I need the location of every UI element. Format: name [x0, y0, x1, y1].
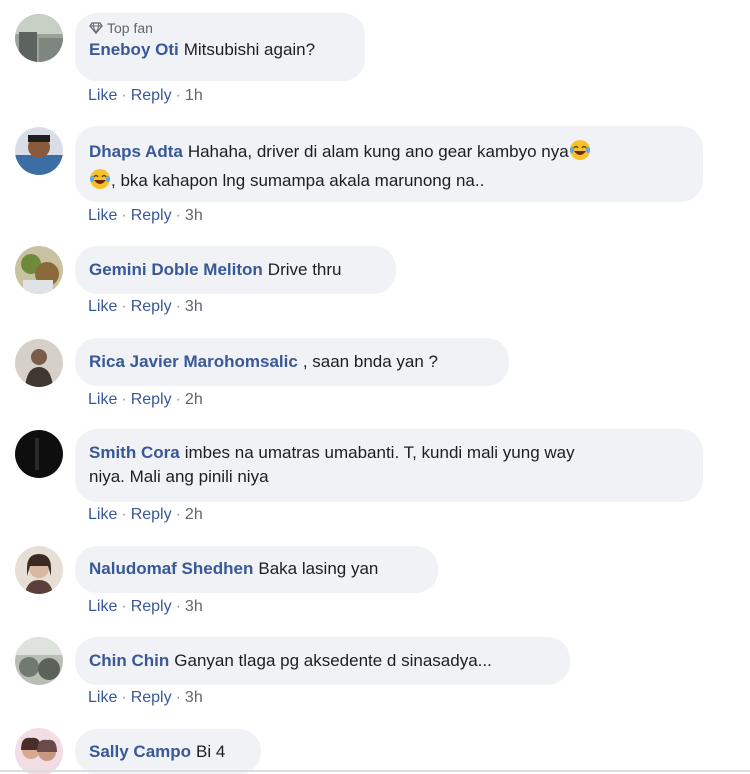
comment-actions: Like · Reply · 3h	[88, 298, 203, 316]
divider	[0, 770, 750, 772]
separator: ·	[121, 207, 127, 224]
separator: ·	[175, 506, 181, 523]
comment-actions: Like · Reply · 2h	[88, 391, 203, 409]
comment-bubble: Sally Campo Bi 4	[75, 729, 261, 774]
comment-author[interactable]: Rica Javier Marohomsalic	[89, 352, 298, 371]
avatar[interactable]	[15, 637, 63, 685]
reply-link[interactable]: Reply	[131, 298, 172, 315]
avatar[interactable]	[15, 14, 63, 62]
comment-author[interactable]: Smith Cora	[89, 443, 180, 462]
timestamp[interactable]: 2h	[185, 506, 203, 523]
comment-bubble: Rica Javier Marohomsalic, saan bnda yan …	[75, 338, 509, 386]
separator: ·	[175, 87, 181, 104]
top-fan-badge: Top fan	[89, 20, 351, 36]
comment-bubble: Top fan Eneboy Oti Mitsubishi again?	[75, 13, 365, 81]
comment-text: imbes na umatras umabanti. T, kundi mali…	[184, 443, 575, 462]
like-link[interactable]: Like	[88, 689, 117, 706]
separator: ·	[121, 298, 127, 315]
separator: ·	[121, 391, 127, 408]
comment-actions: Like · Reply · 3h	[88, 207, 203, 225]
comment-text: niya. Mali ang pinili niya	[89, 467, 269, 486]
comment-bubble: Gemini Doble Meliton Drive thru	[75, 246, 396, 294]
timestamp[interactable]: 3h	[185, 689, 203, 706]
comment-actions: Like · Reply · 2h	[88, 506, 203, 524]
comment-text: , bka kahapon lng sumampa akala marunong…	[111, 171, 485, 190]
avatar[interactable]	[15, 728, 63, 774]
comment-text: Hahaha, driver di alam kung ano gear kam…	[187, 142, 569, 161]
badge-label: Top fan	[107, 20, 153, 36]
comment-text: Ganyan tlaga pg aksedente d sinasadya...	[174, 651, 492, 670]
like-link[interactable]: Like	[88, 298, 117, 315]
reply-link[interactable]: Reply	[131, 689, 172, 706]
separator: ·	[121, 87, 127, 104]
comment-actions: Like · Reply · 3h	[88, 689, 203, 707]
separator: ·	[121, 506, 127, 523]
diamond-icon	[89, 22, 103, 34]
like-link[interactable]: Like	[88, 207, 117, 224]
reply-link[interactable]: Reply	[131, 598, 172, 615]
timestamp[interactable]: 1h	[185, 87, 203, 104]
like-link[interactable]: Like	[88, 506, 117, 523]
reply-link[interactable]: Reply	[131, 506, 172, 523]
comment-actions: Like · Reply · 1h	[88, 87, 203, 105]
comment-bubble: Dhaps Adta Hahaha, driver di alam kung an…	[75, 126, 703, 202]
separator: ·	[175, 598, 181, 615]
timestamp[interactable]: 3h	[185, 207, 203, 224]
like-link[interactable]: Like	[88, 391, 117, 408]
comment-text: Mitsubishi again?	[183, 40, 316, 59]
avatar[interactable]	[15, 127, 63, 175]
like-link[interactable]: Like	[88, 598, 117, 615]
timestamp[interactable]: 2h	[185, 391, 203, 408]
comment-author[interactable]: Gemini Doble Meliton	[89, 260, 263, 279]
separator: ·	[175, 689, 181, 706]
comment-author[interactable]: Dhaps Adta	[89, 142, 183, 161]
like-link[interactable]: Like	[88, 87, 117, 104]
laughing-tears-emoji-icon	[89, 168, 111, 197]
reply-link[interactable]: Reply	[131, 207, 172, 224]
comment-author[interactable]: Sally Campo	[89, 742, 191, 761]
comment-bubble: Chin Chin Ganyan tlaga pg aksedente d sin…	[75, 637, 570, 685]
comment-text: Baka lasing yan	[258, 559, 379, 578]
reply-link[interactable]: Reply	[131, 391, 172, 408]
comment-bubble: Smith Cora imbes na umatras umabanti. T, …	[75, 429, 703, 502]
separator: ·	[121, 598, 127, 615]
avatar[interactable]	[15, 246, 63, 294]
separator: ·	[175, 207, 181, 224]
timestamp[interactable]: 3h	[185, 598, 203, 615]
comment-actions: Like · Reply · 3h	[88, 598, 203, 616]
laughing-tears-emoji-icon	[569, 139, 591, 168]
separator: ·	[121, 689, 127, 706]
comment-author[interactable]: Naludomaf Shedhen	[89, 559, 253, 578]
reply-link[interactable]: Reply	[131, 87, 172, 104]
separator: ·	[175, 298, 181, 315]
comment-text: Drive thru	[267, 260, 342, 279]
comment-author[interactable]: Chin Chin	[89, 651, 169, 670]
comment-author[interactable]: Eneboy Oti	[89, 40, 179, 59]
timestamp[interactable]: 3h	[185, 298, 203, 315]
avatar[interactable]	[15, 546, 63, 594]
comment-text: Bi 4	[196, 742, 226, 761]
comment-bubble: Naludomaf Shedhen Baka lasing yan	[75, 546, 438, 593]
comment-text: , saan bnda yan ?	[302, 352, 438, 371]
avatar[interactable]	[15, 430, 63, 478]
avatar[interactable]	[15, 339, 63, 387]
separator: ·	[175, 391, 181, 408]
comments-list: Top fan Eneboy Oti Mitsubishi again? Like…	[0, 0, 750, 774]
